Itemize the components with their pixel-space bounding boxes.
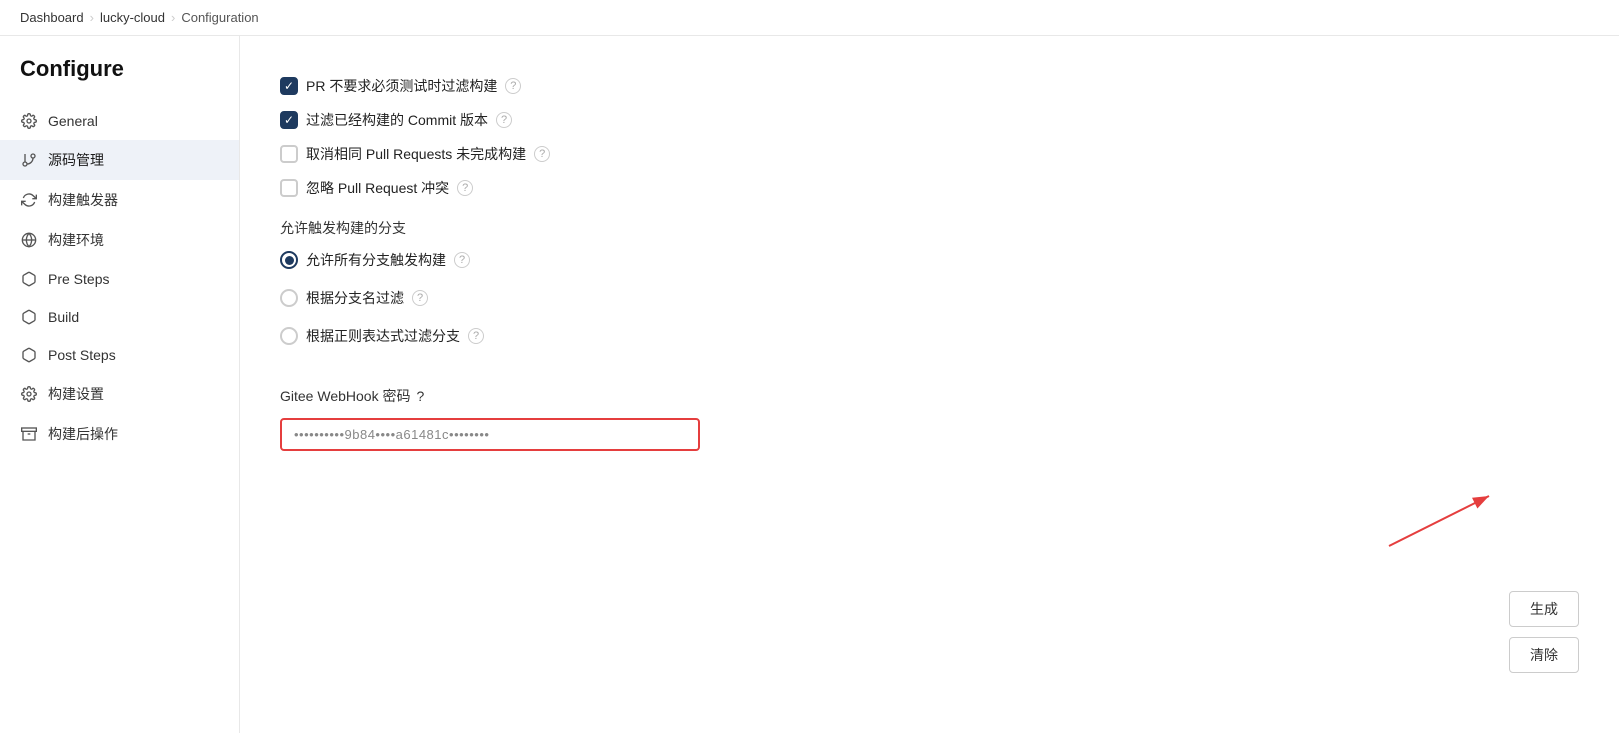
help-icon-cb3[interactable]: ? [534,146,550,162]
breadcrumb-sep-2: › [171,10,175,25]
sidebar-item-build[interactable]: Build [0,298,239,336]
option-row-cb2: 过滤已经构建的 Commit 版本 ? [280,110,1579,130]
git-branch-icon [20,151,38,169]
option-row-r2: 根据分支名过滤 ? [280,288,1579,308]
sidebar-item-post-steps[interactable]: Post Steps [0,336,239,374]
breadcrumb: Dashboard › lucky-cloud › Configuration [0,0,1619,36]
help-icon-cb1[interactable]: ? [505,78,521,94]
sidebar-item-build-trigger[interactable]: 构建触发器 [0,180,239,220]
checkbox-cb2[interactable] [280,111,298,129]
sidebar-item-source-control[interactable]: 源码管理 [0,140,239,180]
package-icon-post [20,346,38,364]
option-row-r3: 根据正则表达式过滤分支 ? [280,326,1579,346]
settings-icon [20,112,38,130]
label-cb1: PR 不要求必须测试时过滤构建 [306,76,497,96]
sidebar-label-build-settings: 构建设置 [48,384,104,404]
sidebar-label-build-trigger: 构建触发器 [48,190,118,210]
checkbox-cb4[interactable] [280,179,298,197]
sidebar-title: Configure [0,56,239,102]
webhook-label: Gitee WebHook 密码 ? [280,386,1579,406]
sidebar-nav: General 源码管理 构建触发器 [0,102,239,454]
help-icon-r3[interactable]: ? [468,328,484,344]
breadcrumb-lucky-cloud[interactable]: lucky-cloud [100,10,165,25]
checkbox-cb3[interactable] [280,145,298,163]
package-icon-build [20,308,38,326]
option-row-cb4: 忽略 Pull Request 冲突 ? [280,178,1579,198]
sidebar-label-pre-steps: Pre Steps [48,271,109,287]
webhook-input[interactable] [280,418,700,451]
package-icon-pre [20,270,38,288]
breadcrumb-sep-1: › [90,10,94,25]
label-r3: 根据正则表达式过滤分支 [306,326,460,346]
settings-icon-build [20,385,38,403]
help-icon-r2[interactable]: ? [412,290,428,306]
sidebar-item-build-env[interactable]: 构建环境 [0,220,239,260]
sidebar-label-build-env: 构建环境 [48,230,104,250]
action-buttons: 生成 清除 [1509,576,1579,673]
label-cb2: 过滤已经构建的 Commit 版本 [306,110,488,130]
label-cb4: 忽略 Pull Request 冲突 [306,178,449,198]
sidebar-label-general: General [48,113,98,129]
label-cb3: 取消相同 Pull Requests 未完成构建 [306,144,526,164]
breadcrumb-dashboard[interactable]: Dashboard [20,10,84,25]
refresh-icon [20,191,38,209]
label-r1: 允许所有分支触发构建 [306,250,446,270]
webhook-section: Gitee WebHook 密码 ? [280,386,1579,451]
globe-icon [20,231,38,249]
sidebar-label-build: Build [48,309,79,325]
breadcrumb-configuration: Configuration [181,10,258,25]
help-icon-r1[interactable]: ? [454,252,470,268]
main-layout: Configure General 源码管理 [0,36,1619,733]
checkbox-cb1[interactable] [280,77,298,95]
branch-section-label: 允许触发构建的分支 [280,218,1579,238]
radio-group: 允许所有分支触发构建 ? 根据分支名过滤 ? 根据正则表达式过滤分支 ? [280,250,1579,346]
main-content: PR 不要求必须测试时过滤构建 ? 过滤已经构建的 Commit 版本 ? 取消… [240,36,1619,733]
sidebar-item-build-settings[interactable]: 构建设置 [0,374,239,414]
generate-button[interactable]: 生成 [1509,591,1579,627]
sidebar-label-post-steps: Post Steps [48,347,116,363]
app-container: Dashboard › lucky-cloud › Configuration … [0,0,1619,733]
sidebar-item-post-build[interactable]: 构建后操作 [0,414,239,454]
option-row-cb3: 取消相同 Pull Requests 未完成构建 ? [280,144,1579,164]
help-icon-cb4[interactable]: ? [457,180,473,196]
sidebar-label-post-build: 构建后操作 [48,424,118,444]
radio-r2[interactable] [280,289,298,307]
sidebar: Configure General 源码管理 [0,36,240,733]
clear-button[interactable]: 清除 [1509,637,1579,673]
sidebar-item-pre-steps[interactable]: Pre Steps [0,260,239,298]
webhook-input-row [280,418,1579,451]
sidebar-label-source-control: 源码管理 [48,150,104,170]
help-icon-webhook[interactable]: ? [416,388,424,404]
label-r2: 根据分支名过滤 [306,288,404,308]
option-row-cb1: PR 不要求必须测试时过滤构建 ? [280,76,1579,96]
checkbox-group: PR 不要求必须测试时过滤构建 ? 过滤已经构建的 Commit 版本 ? 取消… [280,76,1579,198]
arrow-svg [1309,486,1509,566]
help-icon-cb2[interactable]: ? [496,112,512,128]
box-icon [20,425,38,443]
radio-r1[interactable] [280,251,298,269]
sidebar-item-general[interactable]: General [0,102,239,140]
option-row-r1: 允许所有分支触发构建 ? [280,250,1579,270]
radio-r3[interactable] [280,327,298,345]
